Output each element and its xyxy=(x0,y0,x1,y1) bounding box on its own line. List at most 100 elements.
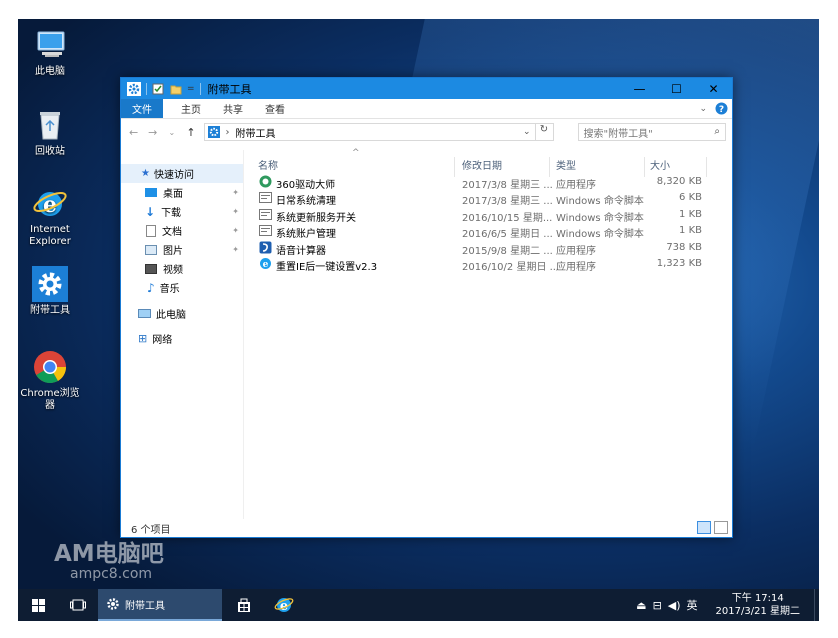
separator xyxy=(199,82,201,95)
taskbar-app-tools[interactable]: 附带工具 xyxy=(98,589,222,621)
column-date[interactable]: 修改日期 xyxy=(462,157,502,172)
driver-app-icon xyxy=(259,175,272,188)
pin-icon[interactable]: ✦ xyxy=(232,188,239,197)
task-view-button[interactable] xyxy=(58,589,98,621)
details-view-icon[interactable] xyxy=(697,521,711,534)
show-desktop-button[interactable] xyxy=(814,589,819,621)
file-name: 语音计算器 xyxy=(276,245,326,257)
chrome-icon xyxy=(32,349,68,385)
search-icon[interactable]: ⌕ xyxy=(714,126,720,137)
taskbar-app-label: 附带工具 xyxy=(125,600,165,612)
taskbar-internet-explorer[interactable]: e xyxy=(264,589,304,621)
nav-network[interactable]: ⊞ 网络 xyxy=(121,329,243,348)
tab-home[interactable]: 主页 xyxy=(163,99,212,118)
clock-time: 下午 17:14 xyxy=(731,593,784,604)
windows-logo-icon xyxy=(31,598,45,612)
taskbar-store[interactable] xyxy=(224,589,264,621)
tab-file[interactable]: 文件 xyxy=(121,99,163,118)
file-row[interactable]: 语音计算器 2015/9/8 星期二 ... 应用程序 738 KB xyxy=(244,240,732,257)
desktop-icon-chrome[interactable]: Chrome浏览器 xyxy=(18,349,82,412)
desktop-icon-label: 附带工具 xyxy=(30,305,70,316)
search-input[interactable]: 搜索"附带工具" ⌕ xyxy=(577,123,727,141)
breadcrumb-current[interactable]: 附带工具 xyxy=(236,125,276,140)
minimize-button[interactable]: — xyxy=(621,78,658,99)
file-date: 2016/6/5 星期日 ... xyxy=(462,229,553,241)
desktop-icon-this-pc[interactable]: 此电脑 xyxy=(18,27,82,78)
large-icons-view-icon[interactable] xyxy=(714,521,728,534)
clock[interactable]: 下午 17:14 2017/3/21 星期二 xyxy=(704,592,808,618)
usb-device-icon[interactable]: ⏏ xyxy=(636,599,646,612)
taskbar: 附带工具 e ⏏ ⊟ ◀) 英 下午 17:14 2017/3/21 星期二 xyxy=(18,589,819,621)
system-tray: ⏏ ⊟ ◀) 英 下午 17:14 2017/3/21 星期二 xyxy=(636,589,819,621)
file-row[interactable]: e 重置IE后一键设置v2.3 2016/10/2 星期日 ... 应用程序 1… xyxy=(244,256,732,273)
maximize-button[interactable]: ☐ xyxy=(658,78,695,99)
file-row[interactable]: 360驱动大师 2017/3/8 星期三 ... 应用程序 8,320 KB xyxy=(244,174,732,191)
nav-item-downloads[interactable]: ↓ 下载 ✦ xyxy=(121,202,243,221)
file-row[interactable]: 系统账户管理 2016/6/5 星期日 ... Windows 命令脚本 1 K… xyxy=(244,223,732,241)
tab-view[interactable]: 查看 xyxy=(254,99,296,118)
network-icon: ⊞ xyxy=(138,332,148,345)
store-icon xyxy=(238,598,250,612)
file-type: 应用程序 xyxy=(556,180,596,191)
column-type[interactable]: 类型 xyxy=(556,157,576,172)
desktop-icon-tools-folder[interactable]: 附带工具 xyxy=(18,266,82,317)
start-button[interactable] xyxy=(18,589,58,621)
nav-item-music[interactable]: ♪ 音乐 xyxy=(121,278,243,297)
column-name[interactable]: 名称 xyxy=(258,157,278,172)
file-size: 1,323 KB xyxy=(656,257,702,269)
file-type: Windows 命令脚本 xyxy=(556,229,644,241)
customize-quick-access-icon[interactable]: = xyxy=(187,84,195,94)
nav-item-label: 网络 xyxy=(152,335,173,346)
desktop-icon-label: 回收站 xyxy=(35,146,65,157)
close-icon: ✕ xyxy=(708,81,719,96)
forward-arrow-icon[interactable]: → xyxy=(146,126,159,139)
address-dropdown-icon[interactable]: ⌄ xyxy=(523,127,531,137)
pin-icon[interactable]: ✦ xyxy=(232,245,239,254)
gear-icon xyxy=(32,266,68,302)
properties-icon[interactable] xyxy=(152,83,164,95)
nav-item-label: 文档 xyxy=(162,227,182,238)
file-row[interactable]: 系统更新服务开关 2016/10/15 星期... Windows 命令脚本 1… xyxy=(244,207,732,224)
computer-icon xyxy=(32,27,68,63)
nav-item-desktop[interactable]: 桌面 ✦ xyxy=(121,183,243,202)
file-date: 2016/10/15 星期... xyxy=(462,212,553,224)
file-size: 6 KB xyxy=(679,192,702,204)
nav-item-label: 音乐 xyxy=(159,284,180,295)
help-icon[interactable]: ? xyxy=(715,102,728,115)
nav-quick-access[interactable]: ★ 快速访问 xyxy=(121,164,243,183)
recent-locations-chevron-icon[interactable]: ⌄ xyxy=(165,128,178,137)
up-arrow-icon[interactable]: ↑ xyxy=(184,126,197,139)
file-type: 应用程序 xyxy=(556,261,596,273)
desktop-icon-label: 此电脑 xyxy=(35,66,65,77)
watermark: AM电脑吧 ampc8.com xyxy=(54,534,164,582)
minimize-icon: — xyxy=(633,81,646,96)
new-folder-icon[interactable] xyxy=(170,83,182,95)
nav-item-pictures[interactable]: 图片 ✦ xyxy=(121,240,243,259)
refresh-icon[interactable]: ↻ xyxy=(534,124,553,140)
network-icon[interactable]: ⊟ xyxy=(653,599,662,612)
internet-explorer-icon: e xyxy=(274,598,294,614)
desktop-icon-label: Chrome浏览器 xyxy=(20,388,80,411)
nav-item-label: 快速访问 xyxy=(153,170,194,181)
volume-icon[interactable]: ◀) xyxy=(668,599,681,612)
expand-ribbon-icon[interactable]: ⌄ xyxy=(699,104,707,114)
close-button[interactable]: ✕ xyxy=(695,78,732,99)
pin-icon[interactable]: ✦ xyxy=(232,207,239,216)
nav-item-documents[interactable]: 文档 ✦ xyxy=(121,221,243,240)
nav-this-pc[interactable]: 此电脑 xyxy=(121,304,243,323)
tab-share[interactable]: 共享 xyxy=(212,99,254,118)
cmd-script-icon xyxy=(259,208,272,220)
pin-icon[interactable]: ✦ xyxy=(232,226,239,235)
explorer-body: ★ 快速访问 桌面 ✦ ↓ 下载 ✦ 文档 ✦ 图片 ✦ 视频 ♪ 音乐 此电脑… xyxy=(121,148,732,519)
desktop-icon-recycle-bin[interactable]: 回收站 xyxy=(18,107,82,158)
nav-item-videos[interactable]: 视频 xyxy=(121,259,243,278)
watermark-url: ampc8.com xyxy=(70,566,153,582)
title-bar[interactable]: = 附带工具 — ☐ ✕ xyxy=(121,78,732,99)
address-bar[interactable]: › 附带工具 ⌄ ↻ xyxy=(203,123,554,141)
back-arrow-icon[interactable]: ← xyxy=(127,126,140,139)
desktop-icon-internet-explorer[interactable]: e Internet Explorer xyxy=(18,185,82,248)
file-type: 应用程序 xyxy=(556,245,596,257)
input-method-indicator[interactable]: 英 xyxy=(687,597,698,613)
file-row[interactable]: 日常系统清理 2017/3/8 星期三 ... Windows 命令脚本 6 K… xyxy=(244,190,732,207)
column-size[interactable]: 大小 xyxy=(650,157,670,172)
